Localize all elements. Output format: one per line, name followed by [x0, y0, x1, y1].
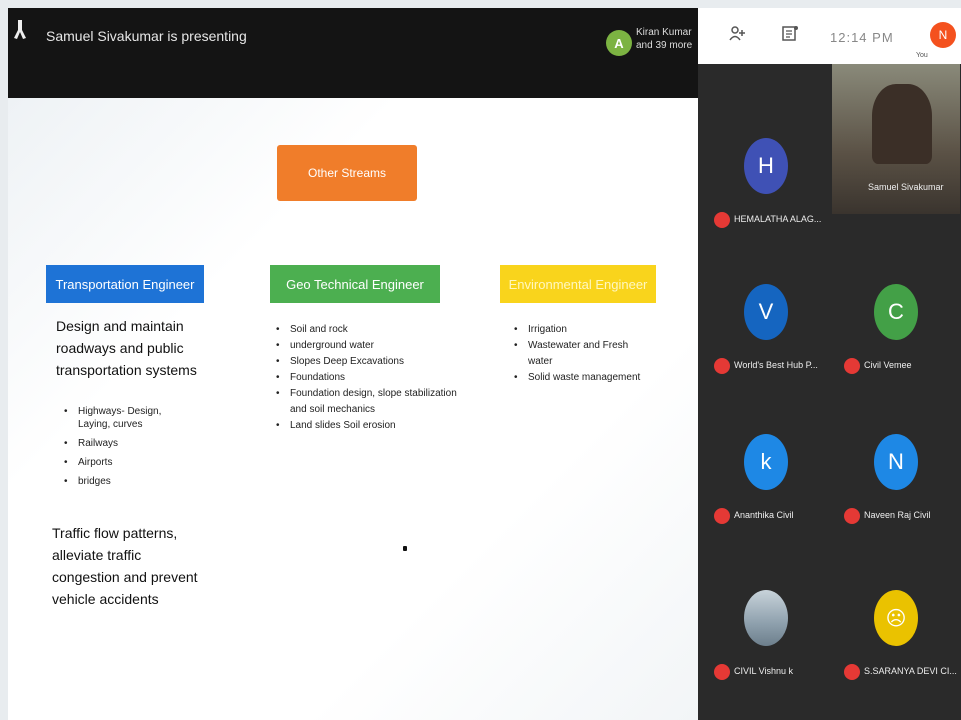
list-item: Foundation design, slope stabilization a…: [276, 386, 476, 418]
my-avatar[interactable]: N: [930, 22, 956, 48]
participant-tile[interactable]: C Civil Vemee: [832, 240, 960, 390]
emoji-avatar-icon: ☹: [874, 590, 918, 646]
list-item: Foundations: [276, 370, 476, 386]
column-title-environmental: Environmental Engineer: [500, 265, 656, 303]
participant-name: Naveen Raj Civil: [864, 510, 931, 520]
participant-name: CIVIL Vishnu k: [734, 666, 794, 676]
list-item: Wastewater and Fresh water: [514, 338, 654, 370]
pointer-cursor: [403, 546, 407, 551]
mic-muted-icon: [714, 508, 730, 524]
list-item: Slopes Deep Excavations: [276, 354, 476, 370]
list-item: Irrigation: [514, 322, 654, 338]
chat-icon[interactable]: [780, 24, 800, 44]
mic-muted-icon: [714, 664, 730, 680]
people-icon[interactable]: [728, 24, 748, 44]
participant-video-tile[interactable]: Samuel Sivakumar: [832, 64, 960, 214]
participant-name: Samuel Sivakumar: [868, 182, 944, 192]
participant-summary[interactable]: Kiran Kumar and 39 more: [636, 26, 692, 52]
participant-avatar: k: [744, 434, 788, 490]
column-title-geotechnical: Geo Technical Engineer: [270, 265, 440, 303]
list-item: Railways: [64, 437, 194, 450]
participant-name: Ananthika Civil: [734, 510, 794, 520]
participant-name: Kiran Kumar: [636, 27, 692, 38]
transportation-description: Design and maintain roadways and public …: [56, 318, 197, 378]
participant-avatar: C: [874, 284, 918, 340]
participant-tile[interactable]: k Ananthika Civil: [702, 390, 830, 540]
mic-muted-icon: [714, 358, 730, 374]
participant-name: World's Best Hub P...: [734, 360, 818, 370]
mic-muted-icon: [714, 212, 730, 228]
list-item: Highways- Design, Laying, curves: [64, 405, 194, 431]
list-item: Airports: [64, 456, 194, 469]
participant-tile[interactable]: N Naveen Raj Civil: [832, 390, 960, 540]
participant-video: [872, 84, 932, 164]
list-item: Soil and rock: [276, 322, 476, 338]
geotechnical-list: Soil and rock underground water Slopes D…: [276, 322, 476, 434]
list-item: Land slides Soil erosion: [276, 418, 476, 434]
my-label: You: [916, 52, 928, 59]
participant-grid: H HEMALATHA ALAG... Samuel Sivakumar V W…: [698, 64, 961, 720]
mic-muted-icon: [844, 508, 860, 524]
list-item: underground water: [276, 338, 476, 354]
participant-tile[interactable]: CIVIL Vishnu k: [702, 546, 830, 696]
environmental-list: Irrigation Wastewater and Fresh water So…: [514, 322, 654, 386]
participant-photo: [744, 590, 788, 646]
participant-tile[interactable]: ☹ S.SARANYA DEVI CI...: [832, 546, 960, 696]
slide-top-box: Other Streams: [277, 145, 417, 201]
meeting-header: 12:14 PM N You: [698, 8, 961, 64]
participant-more: and 39 more: [636, 40, 693, 51]
presenter-icon: [14, 20, 26, 39]
mic-muted-icon: [844, 358, 860, 374]
participant-avatar: H: [744, 138, 788, 194]
participant-name: S.SARANYA DEVI CI...: [864, 666, 957, 676]
participant-name: HEMALATHA ALAG...: [734, 214, 822, 224]
participant-avatar: V: [744, 284, 788, 340]
clock-time: 12:14 PM: [830, 30, 894, 45]
participant-name: Civil Vemee: [864, 360, 912, 370]
presenting-status: Samuel Sivakumar is presenting: [46, 28, 247, 44]
presenter-bar: Samuel Sivakumar is presenting A Kiran K…: [8, 8, 698, 98]
participant-tile[interactable]: V World's Best Hub P...: [702, 240, 830, 390]
participant-tile[interactable]: H HEMALATHA ALAG...: [702, 94, 830, 244]
column-title-transportation: Transportation Engineer: [46, 265, 204, 303]
list-item: Solid waste management: [514, 370, 654, 386]
transportation-list: Highways- Design, Laying, curves Railway…: [64, 405, 194, 494]
list-item: bridges: [64, 475, 194, 488]
mic-muted-icon: [844, 664, 860, 680]
participant-avatar[interactable]: A: [606, 30, 632, 56]
participant-avatar: N: [874, 434, 918, 490]
transportation-footer: Traffic flow patterns, alleviate traffic…: [52, 525, 198, 607]
